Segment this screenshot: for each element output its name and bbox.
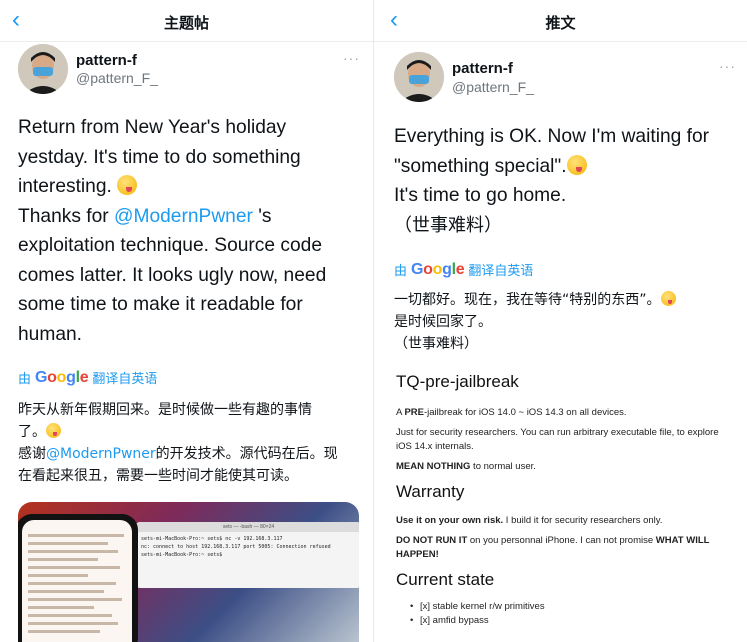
translate-attribution[interactable]: 由 Google 翻译自英语 xyxy=(18,368,157,387)
readme-card-image[interactable]: TQ-pre-jailbreak A PRE-jailbreak for iOS… xyxy=(396,366,736,642)
more-options-icon[interactable]: ··· xyxy=(719,58,736,74)
terminal-window: sets — -bash — 80×24 sets-mi-MacBook-Pro… xyxy=(136,522,359,588)
author-handle[interactable]: @pattern_F_ xyxy=(452,79,534,95)
nav-title: 推文 xyxy=(545,14,576,32)
zany-face-emoji-icon xyxy=(660,291,676,306)
readme-heading-state: Current state xyxy=(396,570,495,589)
translated-text: 昨天从新年假期回来。是时候做一些有趣的事情 了。 感谢@ModernPwner的… xyxy=(18,402,338,484)
list-item: [x] stable kernel r/w primitives xyxy=(396,600,736,614)
zany-face-emoji-icon xyxy=(566,154,587,175)
tweet-text: Return from New Year's holiday yestday. … xyxy=(18,117,327,345)
nav-title: 主题帖 xyxy=(163,14,209,32)
translated-text: 一切都好。现在，我在等待“特别的东西”。 是时候回家了。 （世事难料） xyxy=(394,289,744,355)
readme-title: TQ-pre-jailbreak xyxy=(396,372,519,391)
translate-attribution[interactable]: 由 Google 翻译自英语 xyxy=(394,260,533,279)
zany-face-emoji-icon xyxy=(46,423,61,438)
mention-link[interactable]: @ModernPwner xyxy=(46,446,156,462)
google-logo: Google xyxy=(35,368,89,386)
author-name[interactable]: pattern-f xyxy=(76,52,137,69)
list-item: [x] amfid bypass xyxy=(396,614,736,628)
zany-face-emoji-icon xyxy=(117,175,138,195)
mention-link[interactable]: @ModernPwner xyxy=(114,206,253,227)
more-options-icon[interactable]: ··· xyxy=(343,50,360,66)
thread-panel: ‹ 主题帖 pattern-f @pattern_F_ ··· Return f… xyxy=(0,0,373,642)
readme-heading-warranty: Warranty xyxy=(396,482,465,501)
nav-bar: ‹ 推文 xyxy=(374,0,747,42)
nav-bar: ‹ 主题帖 xyxy=(0,0,373,42)
author-handle[interactable]: @pattern_F_ xyxy=(76,70,158,86)
avatar[interactable] xyxy=(18,44,68,94)
phone-device xyxy=(18,514,138,642)
tweet-photo[interactable]: sets — -bash — 80×24 sets-mi-MacBook-Pro… xyxy=(18,502,359,642)
google-logo: Google xyxy=(411,260,465,278)
tweet-text: Everything is OK. Now I'm waiting for "s… xyxy=(394,126,710,236)
author-name[interactable]: pattern-f xyxy=(452,60,513,77)
state-list: [x] stable kernel r/w primitives [x] amf… xyxy=(396,600,736,628)
avatar[interactable] xyxy=(394,52,444,102)
tweet-panel: ‹ 推文 pattern-f @pattern_F_ ··· Everythin… xyxy=(374,0,747,642)
